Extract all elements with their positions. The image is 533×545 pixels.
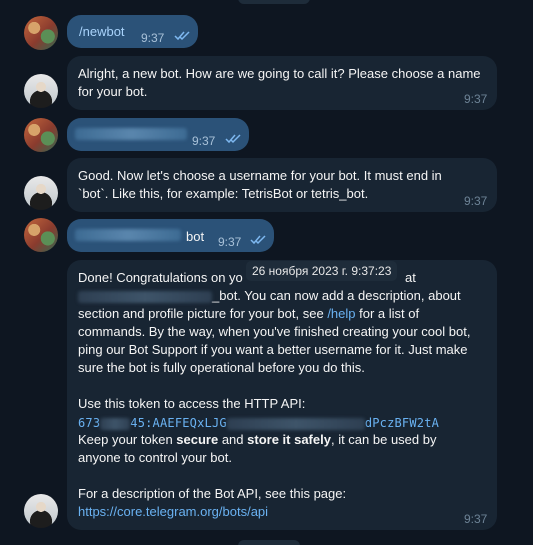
- incoming-message[interactable]: Good. Now let's choose a username for yo…: [67, 158, 497, 212]
- message-time: 9:37: [464, 512, 488, 526]
- message-line: Use this token to access the HTTP API:: [78, 396, 306, 411]
- message-text: _bot. You can now add a description, abo…: [212, 288, 461, 303]
- outgoing-message[interactable]: /newbot 9:37: [67, 15, 198, 48]
- message-line: Alright, a new bot. How are we going to …: [78, 66, 481, 81]
- message-line: commands. By the way, when you've finish…: [78, 324, 471, 339]
- bot-avatar[interactable]: [24, 494, 58, 528]
- message-line: ping our Bot Support if you want a bette…: [78, 342, 468, 357]
- redacted-bot-name: [75, 128, 187, 140]
- read-checkmark-icon: [174, 31, 190, 41]
- next-message-edge: [238, 540, 300, 545]
- help-command-link[interactable]: /help: [327, 306, 355, 321]
- message-line: sure the bot is fully operational before…: [78, 360, 365, 375]
- read-checkmark-icon: [225, 134, 241, 144]
- user-avatar[interactable]: [24, 16, 58, 50]
- token-part: dPczBFW2tA: [364, 416, 440, 430]
- bold-text: store it safely: [247, 432, 331, 447]
- token-part: 45:AAEFEQxLJG: [130, 416, 227, 430]
- api-token[interactable]: 673 45:AAEFEQxLJG dPczBFW2tA: [78, 414, 439, 432]
- date-tooltip: 26 ноября 2023 г. 9:37:23: [246, 261, 398, 281]
- message-line: section and profile picture for your bot…: [78, 305, 419, 323]
- bold-text: secure: [176, 432, 219, 447]
- message-line: Keep your token secure and store it safe…: [78, 431, 436, 449]
- user-avatar[interactable]: [24, 218, 58, 252]
- incoming-message[interactable]: Alright, a new bot. How are we going to …: [67, 56, 497, 110]
- message-time: 9:37: [464, 194, 488, 208]
- message-text: , it can be used by: [330, 432, 437, 447]
- redacted-username: [78, 290, 212, 303]
- outgoing-message[interactable]: bot 9:37: [67, 219, 274, 252]
- message-text: at: [405, 270, 416, 285]
- message-text: section and profile picture for your bot…: [78, 306, 328, 321]
- command-text[interactable]: /newbot: [79, 23, 125, 41]
- message-line: For a description of the Bot API, see th…: [78, 486, 347, 501]
- message-line: `bot`. Like this, for example: TetrisBot…: [78, 186, 369, 201]
- message-text: and: [218, 432, 248, 447]
- message-line: anyone to control your bot.: [78, 450, 232, 465]
- redacted-token-part: [226, 417, 365, 430]
- message-text: Keep your token: [78, 432, 177, 447]
- token-part: 673: [78, 416, 101, 430]
- username-suffix: bot: [186, 229, 205, 244]
- redacted-token-part: [100, 417, 131, 430]
- message-time: 9:37: [218, 235, 242, 249]
- redacted-bot-username: [75, 229, 181, 241]
- message-text: for a list of: [355, 306, 420, 321]
- message-line: for your bot.: [78, 84, 148, 99]
- outgoing-message[interactable]: 9:37: [67, 118, 249, 151]
- message-time: 9:37: [192, 134, 216, 148]
- message-line: Good. Now let's choose a username for yo…: [78, 168, 442, 183]
- incoming-message[interactable]: Done! Congratulations on yo at _bot. You…: [67, 260, 497, 530]
- previous-message-edge: [238, 0, 310, 4]
- read-checkmark-icon: [250, 235, 266, 245]
- bot-api-link[interactable]: https://core.telegram.org/bots/api: [78, 503, 268, 521]
- message-line: Done! Congratulations on yo: [78, 269, 243, 287]
- chat-history: /newbot 9:37 Alright, a new bot. How are…: [0, 0, 533, 545]
- bot-avatar[interactable]: [24, 176, 58, 210]
- message-line: _bot. You can now add a description, abo…: [78, 287, 461, 305]
- message-time: 9:37: [464, 92, 488, 106]
- message-time: 9:37: [141, 31, 165, 45]
- user-avatar[interactable]: [24, 118, 58, 152]
- message-text: Done! Congratulations on yo: [78, 270, 243, 285]
- bot-avatar[interactable]: [24, 74, 58, 108]
